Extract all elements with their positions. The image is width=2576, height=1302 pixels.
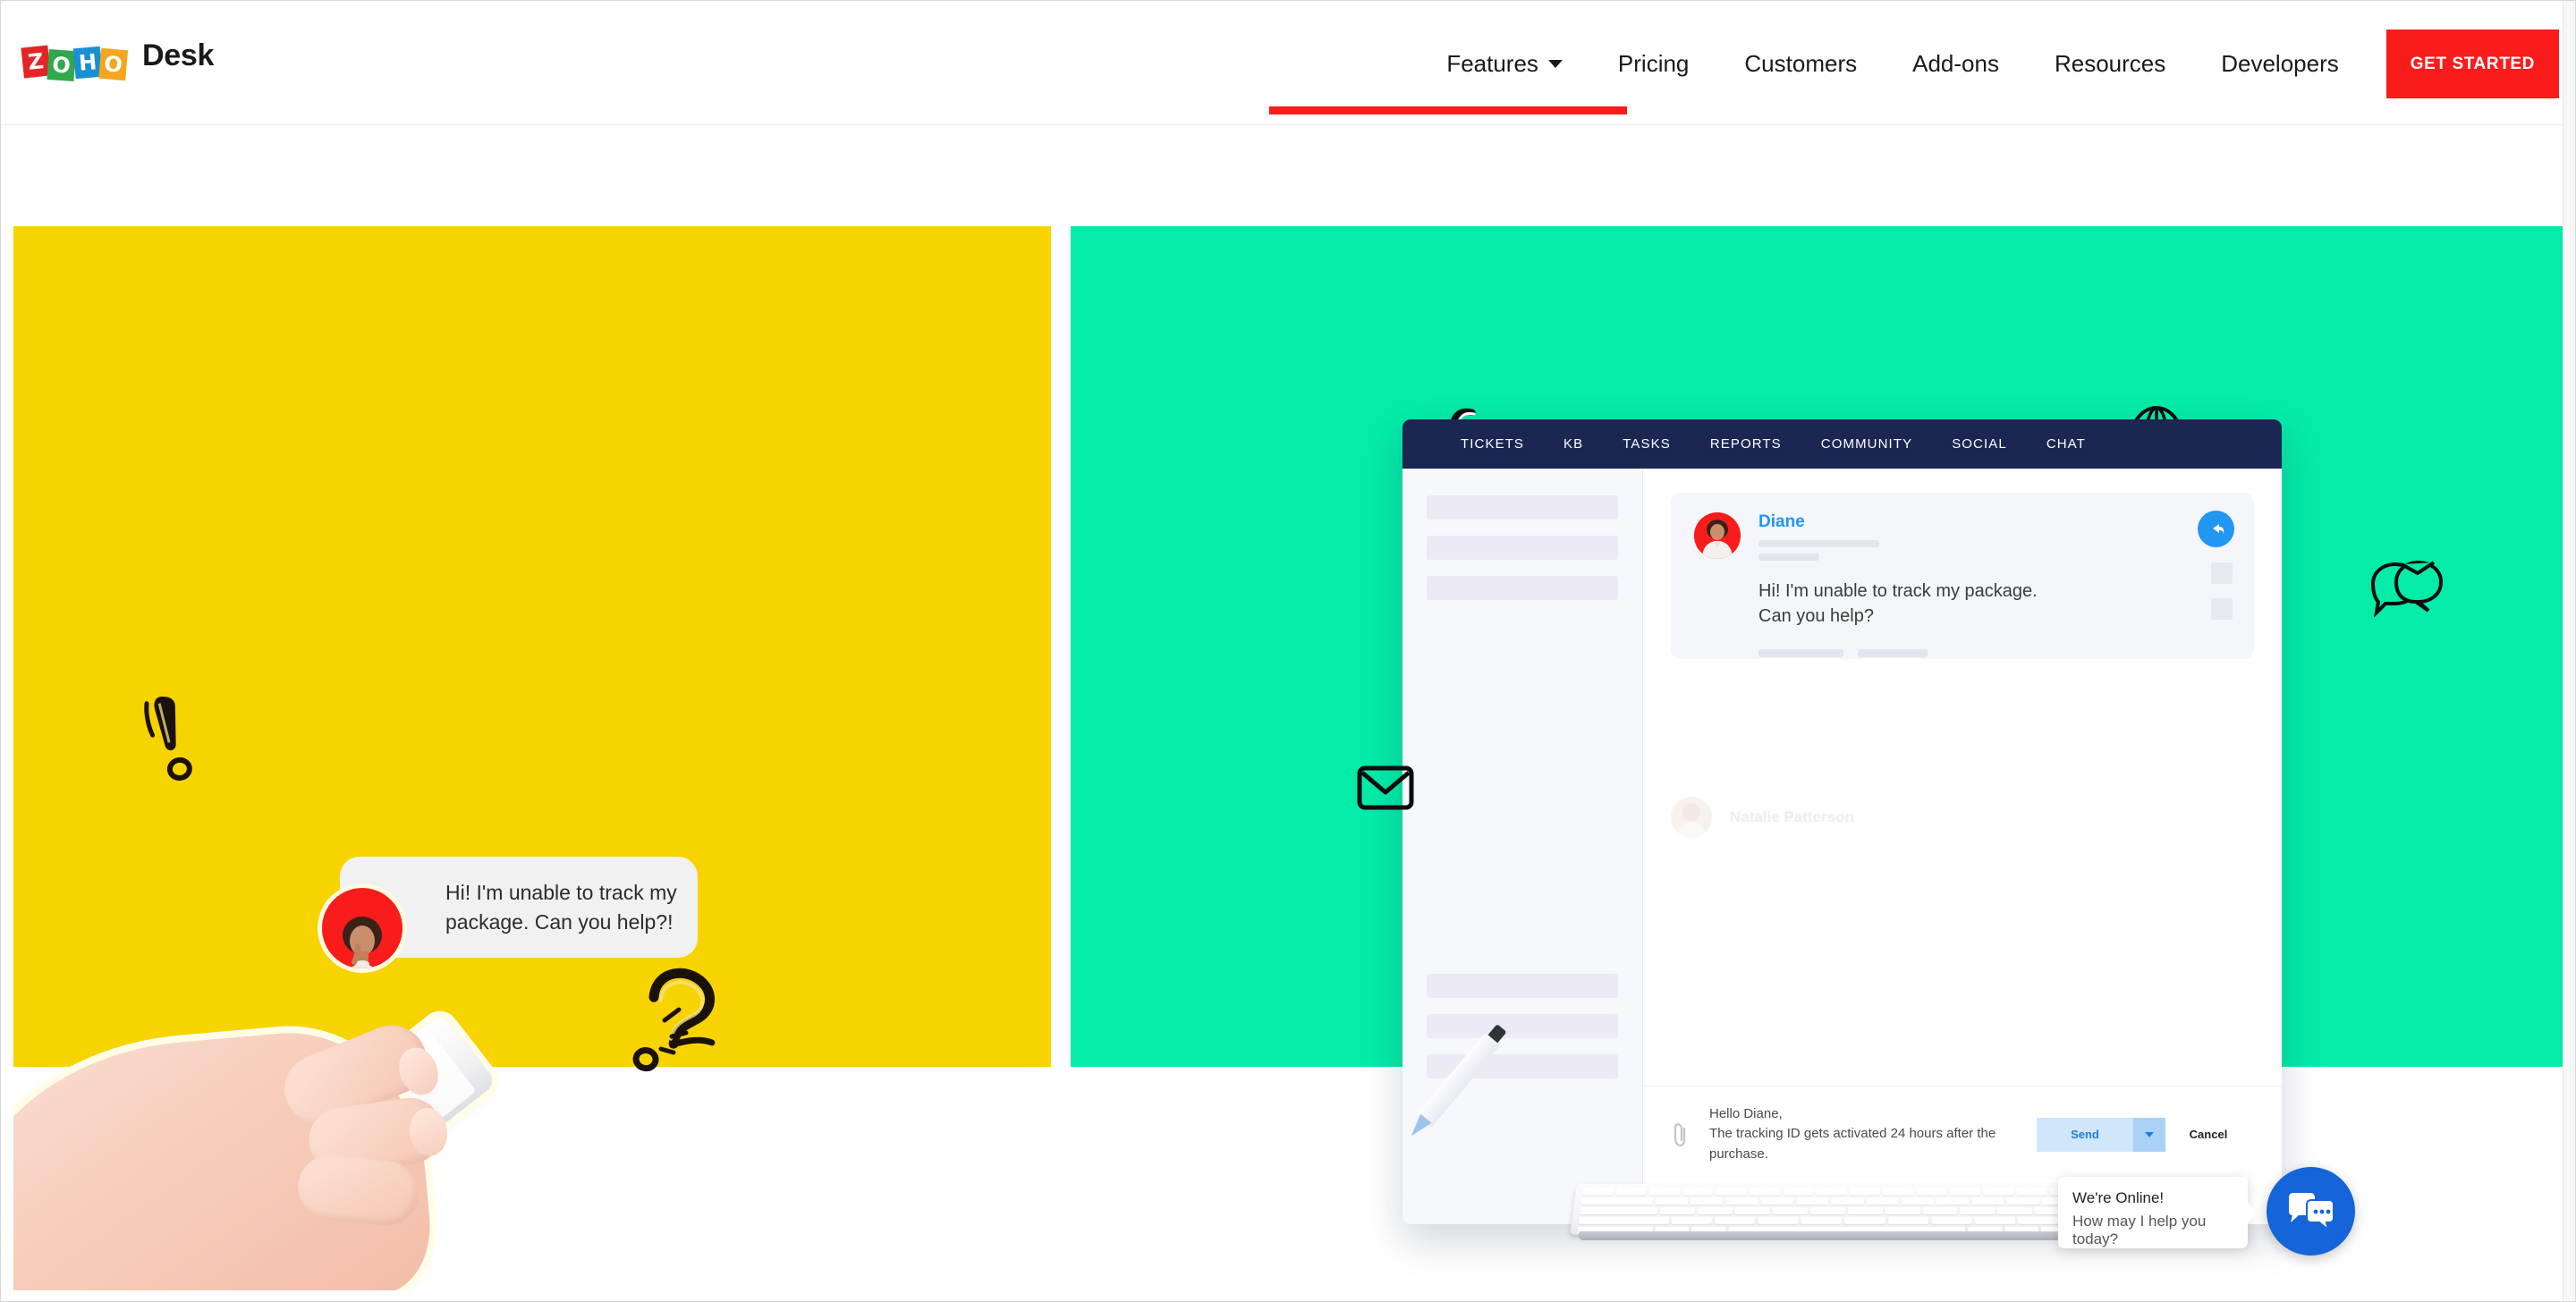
send-button[interactable]: Send — [2037, 1117, 2133, 1152]
composer-actions: Send Cancel — [2037, 1117, 2251, 1152]
hero-section: Hi! I'm unable to track my package. Can … — [1, 125, 2575, 1301]
app-main: Diane Hi! I'm unable to track my package… — [1643, 469, 2282, 1224]
nav-label-features: Features — [1446, 50, 1538, 77]
app-tab-tasks[interactable]: TASKS — [1603, 436, 1690, 452]
second-message: Natalie Patterson — [1671, 797, 2254, 838]
composer-line-2: The tracking ID gets activated 24 hours … — [1709, 1126, 1996, 1162]
chevron-down-icon — [2145, 1131, 2154, 1137]
message-meta-placeholder — [1758, 554, 1819, 561]
app-tab-community[interactable]: COMMUNITY — [1801, 436, 1932, 452]
get-started-button[interactable]: GET STARTED — [2385, 30, 2559, 98]
customer-avatar — [318, 884, 407, 973]
exclamation-mark-icon — [139, 688, 216, 795]
chat-widget-button[interactable] — [2267, 1167, 2355, 1256]
brand[interactable]: Z O H O Desk — [21, 35, 215, 81]
sparkle-marks-icon — [658, 1007, 689, 1055]
ticket-message-card: Diane Hi! I'm unable to track my package… — [1671, 493, 2254, 659]
sidebar-skeleton-row — [1427, 495, 1618, 520]
sidebar-skeleton-row — [1427, 576, 1618, 600]
chat-bubbles-icon — [2288, 1192, 2334, 1231]
avatar-person-icon — [1671, 797, 1712, 838]
message-meta-placeholder — [1758, 540, 1879, 547]
app-tab-chat[interactable]: CHAT — [2027, 436, 2106, 452]
sidebar-skeleton-row — [1427, 974, 1618, 998]
message-body: Hi! I'm unable to track my package. Can … — [1758, 579, 2231, 630]
envelope-icon — [1356, 764, 1415, 816]
page-scrollbar[interactable] — [2563, 1, 2575, 1301]
message-sender-block: Diane — [1758, 512, 1879, 561]
send-options-button[interactable] — [2133, 1117, 2165, 1152]
nav-item-add-ons[interactable]: Add-ons — [1885, 3, 2027, 125]
message-header: Diane — [1694, 512, 2231, 561]
footer-placeholder — [1758, 648, 1843, 657]
composer-line-1: Hello Diane, — [1709, 1105, 1783, 1121]
reply-button[interactable] — [2198, 511, 2234, 547]
pen-body — [1416, 1032, 1501, 1128]
logo-tile-z: Z — [21, 45, 51, 79]
second-message-avatar — [1671, 797, 1712, 838]
nav-item-developers[interactable]: Developers — [2193, 3, 2367, 125]
logo-tile-o2: O — [98, 47, 129, 81]
chat-widget-title: We're Online! — [2072, 1189, 2165, 1206]
paperclip-icon[interactable] — [1670, 1121, 1690, 1148]
chat-bubbles-icon — [2366, 557, 2445, 626]
app-body: Diane Hi! I'm unable to track my package… — [1402, 469, 2282, 1224]
message-sender: Diane — [1758, 512, 1805, 531]
chat-widget-tooltip: We're Online! How may I help you today? — [2058, 1177, 2258, 1248]
message-avatar — [1694, 512, 1741, 559]
sidebar-skeleton-row — [1427, 1014, 1618, 1038]
product-name: Desk — [142, 38, 215, 72]
app-tab-reports[interactable]: REPORTS — [1690, 436, 1801, 452]
avatar-person-icon — [343, 916, 382, 968]
chat-widget-subtitle: How may I help you today? — [2072, 1213, 2207, 1247]
nav-item-resources[interactable]: Resources — [2027, 3, 2193, 125]
message-side-button[interactable] — [2211, 598, 2233, 620]
footer-placeholder — [1858, 648, 1928, 657]
cancel-button[interactable]: Cancel — [2165, 1118, 2251, 1152]
hand-phone-photo — [13, 968, 693, 1290]
message-side-button[interactable] — [2211, 562, 2233, 584]
page-root: Z O H O Desk Features Pricing Customers … — [0, 0, 2576, 1302]
app-tab-tickets[interactable]: TICKETS — [1441, 436, 1544, 452]
chevron-down-icon — [1547, 60, 1563, 68]
stylus-pen — [1408, 1021, 1509, 1137]
second-message-sender: Natalie Patterson — [1730, 808, 1854, 825]
app-tabbar: TICKETS KB TASKS REPORTS COMMUNITY SOCIA… — [1402, 419, 2282, 469]
sidebar-skeleton-row — [1427, 536, 1618, 560]
app-sidebar — [1402, 469, 1643, 1224]
customer-chat-text: Hi! I'm unable to track my package. Can … — [445, 880, 677, 934]
active-nav-underline — [1269, 106, 1627, 114]
nav-item-customers[interactable]: Customers — [1716, 3, 1885, 125]
composer-text[interactable]: Hello Diane, The tracking ID gets activa… — [1709, 1104, 2017, 1165]
message-line-2: Can you help? — [1758, 606, 1874, 627]
yellow-panel: Hi! I'm unable to track my package. Can … — [13, 226, 1051, 1290]
reply-composer: Hello Diane, The tracking ID gets activa… — [1643, 1085, 2282, 1181]
desk-app-window: TICKETS KB TASKS REPORTS COMMUNITY SOCIA… — [1402, 419, 2282, 1224]
app-tab-kb[interactable]: KB — [1544, 436, 1603, 452]
app-tab-social[interactable]: SOCIAL — [1932, 436, 2027, 452]
message-footer-placeholders — [1758, 648, 2231, 657]
reply-arrow-icon — [2212, 523, 2224, 535]
avatar-person-icon — [1694, 512, 1741, 559]
zoho-logo-icon: Z O H O — [21, 35, 129, 81]
logo-tile-o1: O — [47, 48, 76, 81]
message-line-1: Hi! I'm unable to track my package. — [1758, 581, 2038, 601]
